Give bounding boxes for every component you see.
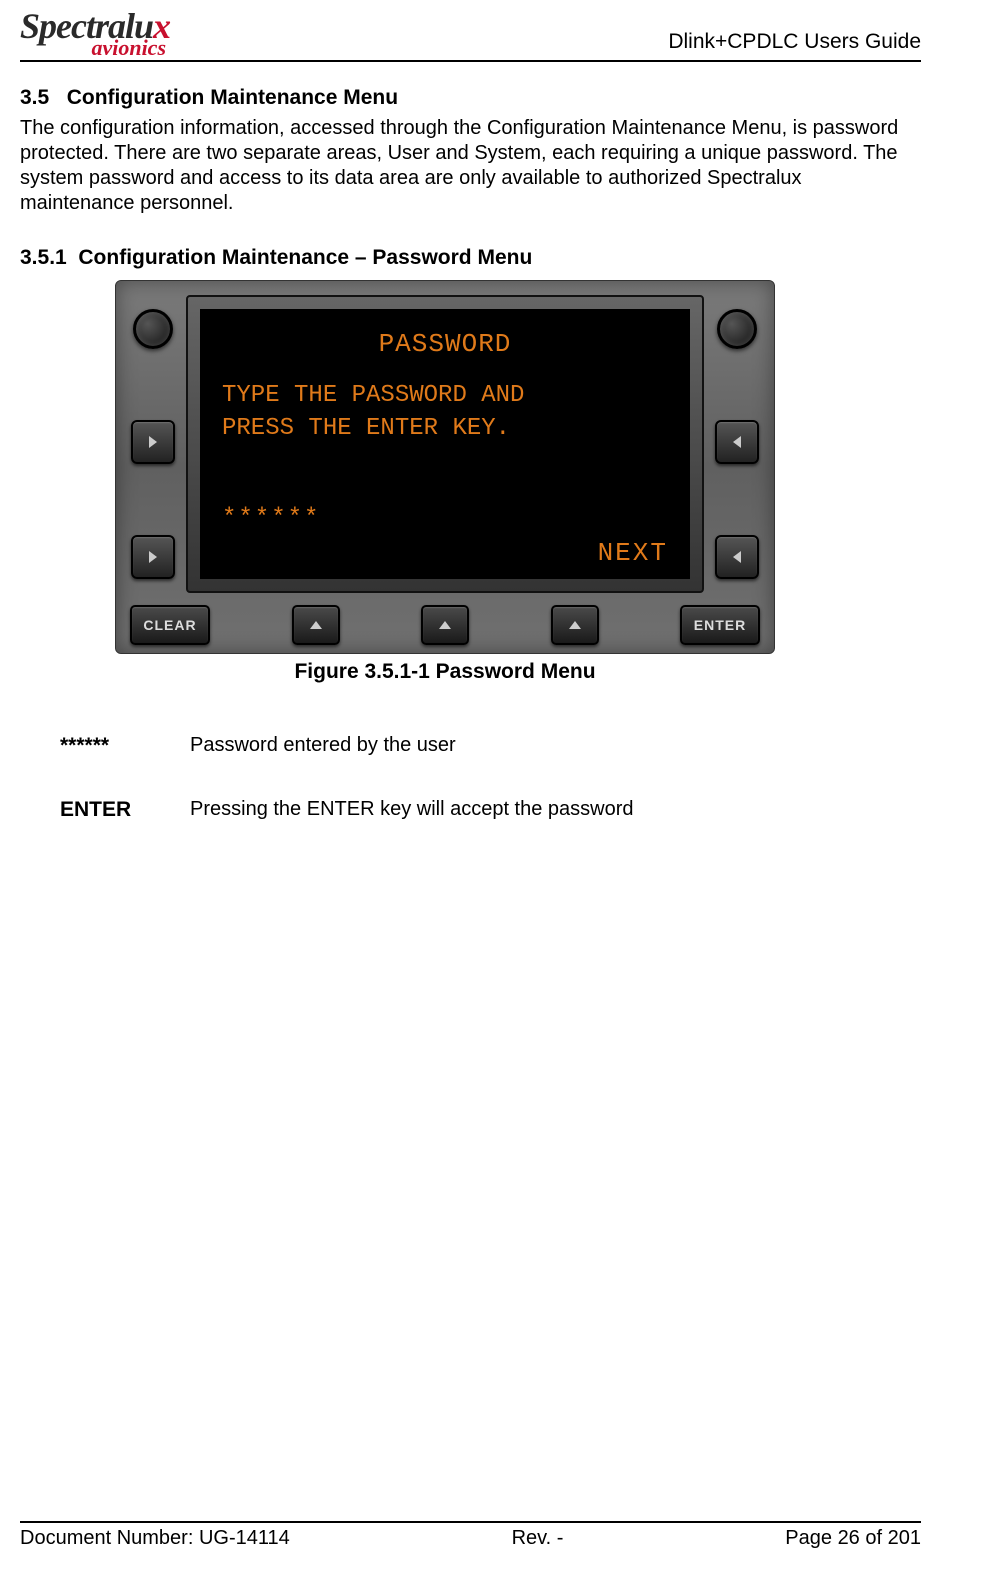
subsection-title: Configuration Maintenance – Password Men… — [78, 246, 532, 269]
screen-line-1: TYPE THE PASSWORD AND — [222, 380, 668, 412]
left-softkey-2[interactable] — [131, 535, 175, 579]
device-bottom-row: CLEAR ENTER — [126, 599, 764, 645]
definitions: ****** Password entered by the user ENTE… — [60, 734, 921, 822]
footer-right: Page 26 of 201 — [785, 1527, 921, 1550]
up-arrow-button-1[interactable] — [292, 605, 340, 645]
footer-center: Rev. - — [512, 1527, 564, 1550]
footer-left: Document Number: UG-14114 — [20, 1527, 290, 1550]
up-arrow-button-3[interactable] — [551, 605, 599, 645]
page-header: Spectralux avionics Dlink+CPDLC Users Gu… — [20, 10, 921, 62]
left-softkey-1[interactable] — [131, 420, 175, 464]
screen-password-field[interactable]: ****** — [222, 503, 320, 535]
definition-term: ****** — [60, 734, 190, 758]
section-heading: 3.5 Configuration Maintenance Menu — [20, 86, 921, 110]
right-side-column — [710, 295, 764, 593]
figure-caption: Figure 3.5.1-1 Password Menu — [115, 660, 775, 684]
figure: PASSWORD TYPE THE PASSWORD AND PRESS THE… — [115, 280, 921, 684]
definition-term: ENTER — [60, 798, 190, 822]
screen-bezel: PASSWORD TYPE THE PASSWORD AND PRESS THE… — [186, 295, 704, 593]
screen-line-2: PRESS THE ENTER KEY. — [222, 413, 668, 445]
right-softkey-1[interactable] — [715, 420, 759, 464]
section-body: The configuration information, accessed … — [20, 116, 921, 216]
logo: Spectralux avionics — [20, 10, 170, 58]
left-side-column — [126, 295, 180, 593]
section-num: 3.5 — [20, 86, 49, 109]
enter-button[interactable]: ENTER — [680, 605, 760, 645]
device-bezel: PASSWORD TYPE THE PASSWORD AND PRESS THE… — [115, 280, 775, 654]
screen-title: PASSWORD — [222, 327, 668, 362]
screen-next-label: NEXT — [598, 536, 668, 571]
up-arrow-button-2[interactable] — [421, 605, 469, 645]
doc-title: Dlink+CPDLC Users Guide — [668, 30, 921, 58]
section-title: Configuration Maintenance Menu — [67, 86, 398, 109]
clear-button[interactable]: CLEAR — [130, 605, 210, 645]
definition-row: ENTER Pressing the ENTER key will accept… — [60, 798, 921, 822]
page-footer: Document Number: UG-14114 Rev. - Page 26… — [20, 1521, 921, 1550]
right-softkey-2[interactable] — [715, 535, 759, 579]
definition-row: ****** Password entered by the user — [60, 734, 921, 758]
definition-desc: Password entered by the user — [190, 734, 921, 758]
subsection-heading: 3.5.1 Configuration Maintenance – Passwo… — [20, 246, 921, 270]
definition-desc: Pressing the ENTER key will accept the p… — [190, 798, 921, 822]
subsection-num: 3.5.1 — [20, 246, 67, 269]
left-knob[interactable] — [133, 309, 173, 349]
screen: PASSWORD TYPE THE PASSWORD AND PRESS THE… — [200, 309, 690, 579]
right-knob[interactable] — [717, 309, 757, 349]
